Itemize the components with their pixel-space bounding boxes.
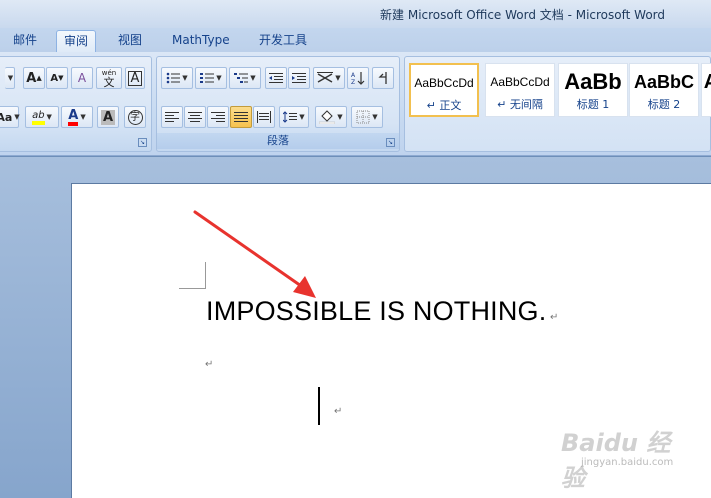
red-arrow-annotation: [193, 210, 316, 298]
